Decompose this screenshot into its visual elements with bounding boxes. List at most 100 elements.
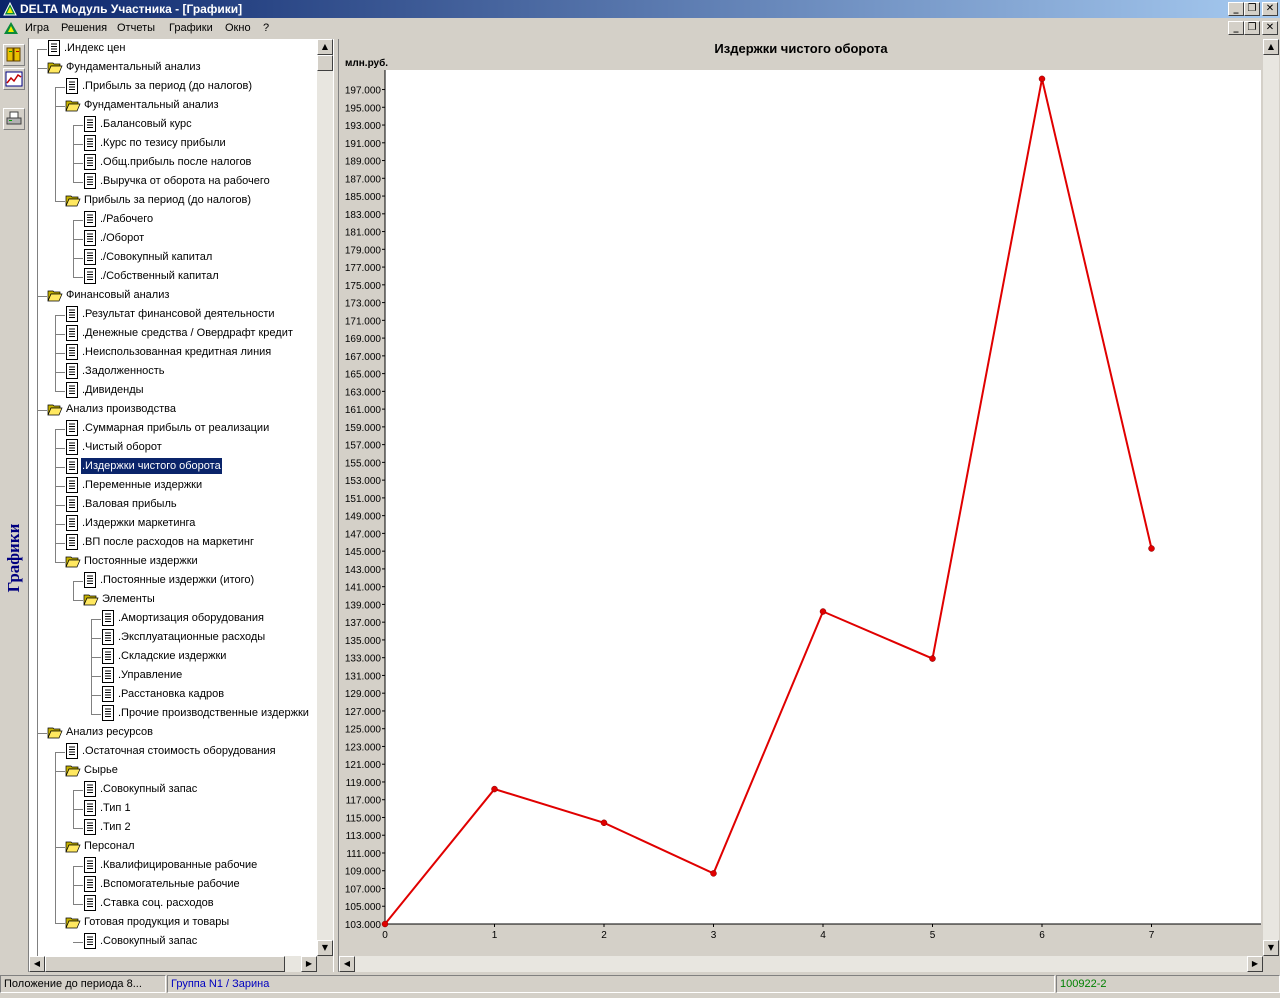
y-tick-label: 145.000 (345, 547, 382, 558)
tree-chart-node[interactable]: .Балансовый курс (83, 116, 193, 134)
tree-scroll-up-button[interactable]: ▲ (317, 39, 333, 55)
y-tick-label: 159.000 (345, 423, 382, 434)
folder-open-icon (47, 62, 63, 73)
tree-chart-node[interactable]: .Результат финансовой деятельности (65, 306, 276, 324)
tree-chart-node[interactable]: .Суммарная прибыль от реализации (65, 420, 270, 438)
tree-node-label: .Управление (118, 669, 183, 682)
tree-chart-node[interactable]: ./Рабочего (83, 211, 154, 229)
y-tick-label: 151.000 (345, 494, 382, 505)
data-point (710, 870, 717, 877)
tree-folder-node[interactable]: Элементы (83, 591, 156, 609)
document-icon (102, 705, 114, 722)
tree-folder-node[interactable]: Фундаментальный анализ (47, 59, 202, 77)
tree-chart-node[interactable]: .Тип 1 (83, 800, 132, 818)
tree-hscroll-thumb[interactable] (45, 956, 285, 972)
menu-help[interactable]: ? (263, 22, 269, 34)
mdi-minimize-button[interactable]: _ (1228, 21, 1244, 35)
tree-chart-node[interactable]: .Индекс цен (47, 40, 126, 58)
y-tick-label: 177.000 (345, 263, 382, 274)
tree-chart-node[interactable]: .Курс по тезису прибыли (83, 135, 227, 153)
close-button[interactable]: ✕ (1262, 2, 1278, 16)
tree-chart-node[interactable]: .Прибыль за период (до налогов) (65, 78, 253, 96)
status-period: Положение до периода 8... (0, 975, 166, 993)
tree-chart-node[interactable]: .Совокупный запас (83, 933, 198, 951)
tree-chart-node[interactable]: .Вспомогательные рабочие (83, 876, 241, 894)
chart-tool-button[interactable] (3, 68, 25, 90)
minimize-button[interactable]: _ (1228, 2, 1244, 16)
tree-folder-node[interactable]: Анализ производства (47, 401, 177, 419)
tree-folder-node[interactable]: Готовая продукция и товары (65, 914, 230, 932)
tree-vertical-scrollbar[interactable]: ▲ ▼ (317, 39, 333, 956)
chart-scroll-left-button[interactable]: ◀ (339, 956, 355, 972)
tree-chart-node[interactable]: .Валовая прибыль (65, 496, 178, 514)
tree-chart-node[interactable]: .Чистый оборот (65, 439, 163, 457)
tree-chart-node[interactable]: .Тип 2 (83, 819, 132, 837)
chart-vertical-scrollbar[interactable]: ▲ ▼ (1263, 39, 1279, 956)
tree-chart-node[interactable]: .Переменные издержки (65, 477, 203, 495)
tree-folder-node[interactable]: Прибыль за период (до налогов) (65, 192, 252, 210)
restore-button[interactable]: ❐ (1244, 2, 1260, 16)
mdi-restore-button[interactable]: ❐ (1244, 21, 1260, 35)
tree-scroll-right-button[interactable]: ▶ (301, 956, 317, 972)
tree-folder-node[interactable]: Персонал (65, 838, 136, 856)
tree-chart-node[interactable]: ./Оборот (83, 230, 145, 248)
data-point (819, 608, 827, 615)
tree-node-label: .Курс по тезису прибыли (100, 137, 226, 150)
tree-chart-node[interactable]: ./Совокупный капитал (83, 249, 213, 267)
print-tool-button[interactable] (3, 108, 25, 130)
tree-folder-node[interactable]: Постоянные издержки (65, 553, 199, 571)
tree-chart-node[interactable]: .Денежные средства / Овердрафт кредит (65, 325, 294, 343)
mdi-child-icon[interactable] (3, 21, 19, 35)
menu-game[interactable]: Игра (25, 22, 49, 34)
tree-chart-node[interactable]: .Складские издержки (101, 648, 227, 666)
chart-scroll-up-button[interactable]: ▲ (1263, 39, 1279, 55)
tree-chart-node[interactable]: .Издержки чистого оборота (65, 457, 223, 476)
menu-decisions[interactable]: Решения (61, 22, 107, 34)
tree-folder-node[interactable]: Анализ ресурсов (47, 724, 154, 742)
tree-node-label: Анализ ресурсов (66, 726, 154, 739)
menu-reports[interactable]: Отчеты (117, 22, 155, 34)
tree-scroll-left-button[interactable]: ◀ (29, 956, 45, 972)
menu-charts[interactable]: Графики (169, 22, 213, 34)
status-code: 100922-2 (1056, 975, 1280, 993)
tree-scroll-down-button[interactable]: ▼ (317, 940, 333, 956)
tree-chart-node[interactable]: .Расстановка кадров (101, 686, 225, 704)
chart-scroll-right-button[interactable]: ▶ (1247, 956, 1263, 972)
tree-horizontal-scrollbar[interactable]: ◀ ▶ (29, 956, 317, 972)
menu-window[interactable]: Окно (225, 22, 251, 34)
tree-chart-node[interactable]: .Задолженность (65, 363, 166, 381)
tree-node-label: .Тип 2 (100, 821, 131, 834)
mdi-close-button[interactable]: ✕ (1262, 21, 1278, 35)
tree-chart-node[interactable]: .Совокупный запас (83, 781, 198, 799)
tree-chart-node[interactable]: .Издержки маркетинга (65, 515, 196, 533)
delta-app-icon[interactable] (3, 2, 17, 16)
tree-chart-node[interactable]: .Прочие производственные издержки (101, 705, 310, 723)
tree-node-label: .Остаточная стоимость оборудования (82, 745, 276, 758)
tree-scroll-thumb[interactable] (317, 55, 333, 71)
chart-horizontal-scrollbar[interactable]: ◀ ▶ (339, 956, 1263, 972)
chart-tree[interactable]: .Индекс цен Фундаментальный анализ .Прибыл… (29, 39, 317, 956)
tree-chart-node[interactable]: .Ставка соц. расходов (83, 895, 215, 913)
tree-chart-node[interactable]: .Амортизация оборудования (101, 610, 265, 628)
document-icon (84, 135, 96, 152)
chart-scroll-down-button[interactable]: ▼ (1263, 940, 1279, 956)
book-tool-button[interactable] (3, 44, 25, 66)
tree-chart-node[interactable]: .Дивиденды (65, 382, 145, 400)
tree-chart-node[interactable]: ./Собственный капитал (83, 268, 220, 286)
tree-chart-node[interactable]: .Общ.прибыль после налогов (83, 154, 252, 172)
x-tick-label: 7 (1149, 930, 1155, 941)
tree-node-label: .Чистый оборот (82, 441, 162, 454)
tree-folder-node[interactable]: Сырье (65, 762, 119, 780)
tree-chart-node[interactable]: .Остаточная стоимость оборудования (65, 743, 277, 761)
tree-node-label: .Выручка от оборота на рабочего (100, 175, 270, 188)
tree-chart-node[interactable]: .Выручка от оборота на рабочего (83, 173, 271, 191)
tree-chart-node[interactable]: .Управление (101, 667, 183, 685)
tree-chart-node[interactable]: .Квалифицированные рабочие (83, 857, 258, 875)
tree-folder-node[interactable]: Финансовый анализ (47, 287, 170, 305)
tree-chart-node[interactable]: .Эксплуатационные расходы (101, 629, 266, 647)
tree-node-label: .Тип 1 (100, 802, 131, 815)
tree-chart-node[interactable]: .Неиспользованная кредитная линия (65, 344, 272, 362)
tree-folder-node[interactable]: Фундаментальный анализ (65, 97, 220, 115)
tree-chart-node[interactable]: .ВП после расходов на маркетинг (65, 534, 255, 552)
tree-chart-node[interactable]: .Постоянные издержки (итого) (83, 572, 255, 590)
